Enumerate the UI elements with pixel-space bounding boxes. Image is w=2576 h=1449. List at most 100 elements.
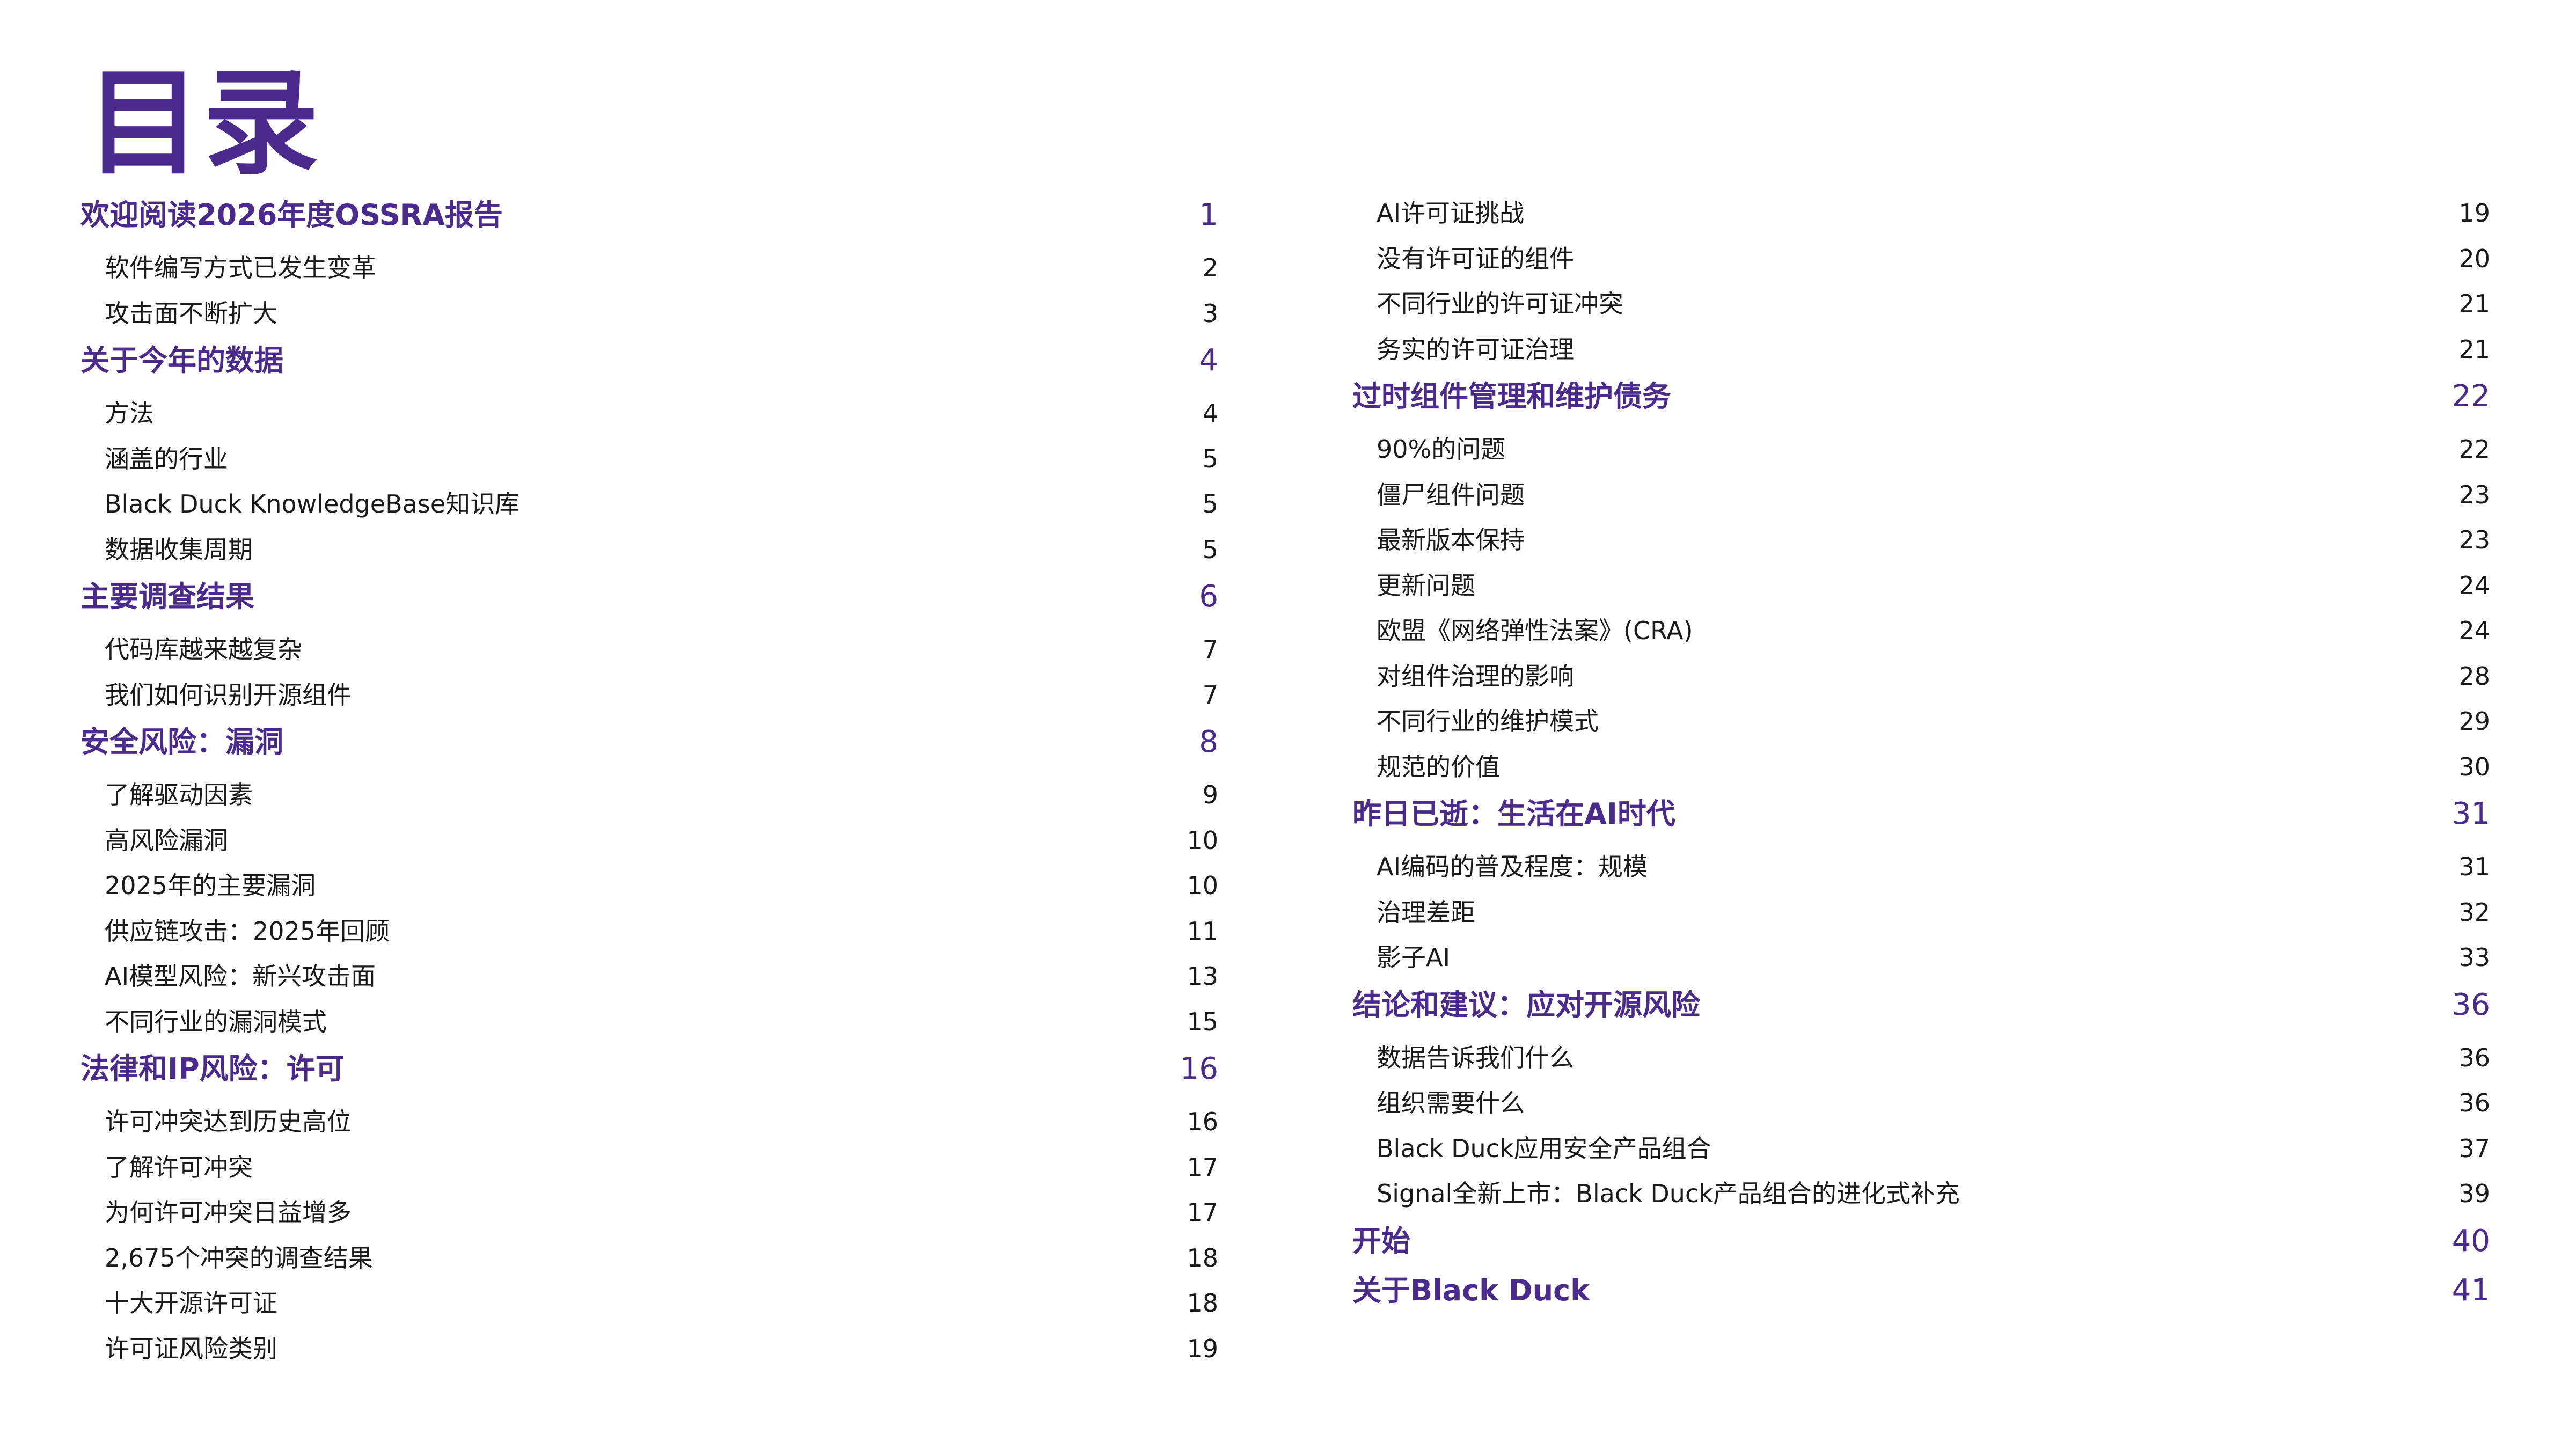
toc-section-entry[interactable]: 主要调查结果 6	[80, 572, 1218, 621]
toc-entry-page-number: 5	[1202, 489, 1218, 518]
toc-subsection-entry[interactable]: 了解许可冲突 17	[80, 1145, 1218, 1190]
toc-section-entry[interactable]: 结论和建议：应对开源风险 36	[1352, 980, 2490, 1030]
toc-entry-page-number: 15	[1187, 1007, 1218, 1036]
toc-entry-page-number: 18	[1187, 1289, 1218, 1318]
toc-subsection-entry[interactable]: 了解驱动因素 9	[80, 772, 1218, 818]
toc-entry-label: 过时组件管理和维护债务	[1352, 379, 1671, 413]
toc-subsection-entry[interactable]: 僵尸组件问题 23	[1352, 472, 2490, 518]
dot-leader	[1681, 795, 2447, 824]
toc-subsection-entry[interactable]: 欧盟《网络弹性法案》(CRA) 24	[1352, 608, 2490, 654]
toc-section-entry[interactable]: 关于今年的数据 4	[80, 336, 1218, 385]
toc-subsection-entry[interactable]: 我们如何识别开源组件 7	[80, 672, 1218, 718]
toc-subsection-entry[interactable]: 方法 4	[80, 391, 1218, 436]
toc-subsection-entry[interactable]: Signal全新上市：Black Duck产品组合的进化式补充 39	[1352, 1171, 2490, 1217]
dot-leader	[1511, 433, 2453, 458]
dot-leader	[289, 341, 1194, 370]
toc-entry-page-number: 23	[2458, 480, 2490, 509]
toc-entry-label: 对组件治理的影响	[1377, 661, 1574, 691]
toc-subsection-entry[interactable]: 最新版本保持 23	[1352, 517, 2490, 563]
toc-entry-label: 不同行业的漏洞模式	[105, 1007, 327, 1036]
toc-subsection-entry[interactable]: 2,675个冲突的调查结果 18	[80, 1235, 1218, 1281]
toc-entry-label: 数据收集周期	[105, 535, 253, 564]
toc-entry-page-number: 7	[1202, 680, 1218, 709]
toc-subsection-entry[interactable]: 不同行业的许可证冲突 21	[1352, 281, 2490, 327]
dot-leader	[395, 915, 1181, 940]
dot-leader	[1530, 524, 2453, 548]
dot-leader	[283, 297, 1197, 322]
toc-entry-page-number: 37	[2458, 1133, 2490, 1163]
toc-subsection-entry[interactable]: AI编码的普及程度：规模 31	[1352, 844, 2490, 890]
toc-subsection-entry[interactable]: 不同行业的漏洞模式 15	[80, 999, 1218, 1045]
toc-subsection-entry[interactable]: 涵盖的行业 5	[80, 436, 1218, 482]
toc-entry-label: 我们如何识别开源组件	[105, 680, 352, 709]
toc-subsection-entry[interactable]: Black Duck应用安全产品组合 37	[1352, 1126, 2490, 1172]
toc-entry-label: 更新问题	[1377, 570, 1475, 600]
toc-entry-label: AI编码的普及程度：规模	[1377, 852, 1648, 881]
toc-subsection-entry[interactable]: AI许可证挑战 19	[1352, 191, 2490, 236]
toc-entry-label: 组织需要什么	[1377, 1088, 1525, 1117]
toc-subsection-entry[interactable]: 软件编写方式已发生变革 2	[80, 245, 1218, 291]
toc-entry-label: 方法	[105, 399, 154, 428]
toc-subsection-entry[interactable]: 为何许可冲突日益增多 17	[80, 1190, 1218, 1235]
toc-subsection-entry[interactable]: Black Duck KnowledgeBase知识库 5	[80, 481, 1218, 527]
toc-subsection-entry[interactable]: 十大开源许可证 18	[80, 1280, 1218, 1326]
toc-section-entry[interactable]: 过时组件管理和维护债务 22	[1352, 372, 2490, 421]
toc-subsection-entry[interactable]: 组织需要什么 36	[1352, 1080, 2490, 1126]
toc-entry-page-number: 2	[1202, 253, 1218, 282]
dot-leader	[258, 1151, 1181, 1176]
toc-entry-label: 代码库越来越复杂	[105, 635, 302, 664]
toc-subsection-entry[interactable]: 更新问题 24	[1352, 563, 2490, 609]
toc-entry-label: AI模型风险：新兴攻击面	[105, 962, 376, 991]
toc-subsection-entry[interactable]: 没有许可证的组件 20	[1352, 236, 2490, 282]
toc-subsection-entry[interactable]: 不同行业的维护模式 29	[1352, 699, 2490, 744]
toc-subsection-entry[interactable]: AI模型风险：新兴攻击面 13	[80, 954, 1218, 999]
toc-entry-page-number: 19	[1187, 1334, 1218, 1363]
toc-subsection-entry[interactable]: 供应链攻击：2025年回顾 11	[80, 909, 1218, 954]
toc-entry-label: 2025年的主要漏洞	[105, 871, 316, 900]
dot-leader	[1505, 751, 2453, 775]
dot-leader	[1530, 479, 2453, 503]
toc-subsection-entry[interactable]: 攻击面不断扩大 3	[80, 291, 1218, 336]
toc-entry-page-number: 40	[2451, 1223, 2490, 1258]
toc-subsection-entry[interactable]: 治理差距 32	[1352, 890, 2490, 935]
toc-entry-page-number: 23	[2458, 525, 2490, 554]
toc-entry-page-number: 21	[2458, 334, 2490, 364]
toc-subsection-entry[interactable]: 数据告诉我们什么 36	[1352, 1035, 2490, 1081]
toc-subsection-entry[interactable]: 2025年的主要漏洞 10	[80, 863, 1218, 909]
toc-section-entry[interactable]: 昨日已逝：生活在AI时代 31	[1352, 789, 2490, 839]
dot-leader	[1717, 1132, 2454, 1157]
toc-subsection-entry[interactable]: 影子AI 33	[1352, 935, 2490, 980]
dot-leader	[1595, 1271, 2447, 1300]
toc-section-entry[interactable]: 关于Black Duck 41	[1352, 1266, 2490, 1315]
toc-subsection-entry[interactable]: 90%的问题 22	[1352, 427, 2490, 472]
toc-subsection-entry[interactable]: 许可冲突达到历史高位 16	[80, 1099, 1218, 1145]
toc-subsection-entry[interactable]: 规范的价值 30	[1352, 744, 2490, 790]
toc-entry-page-number: 17	[1187, 1198, 1218, 1227]
toc-entry-page-number: 41	[2451, 1272, 2490, 1308]
page-title: 目录	[86, 56, 321, 191]
toc-subsection-entry[interactable]: 高风险漏洞 10	[80, 818, 1218, 863]
toc-subsection-entry[interactable]: 许可证风险类别 19	[80, 1326, 1218, 1372]
toc-entry-label: 十大开源许可证	[105, 1289, 277, 1318]
toc-section-entry[interactable]: 法律和IP风险：许可 16	[80, 1044, 1218, 1094]
dot-leader	[1579, 660, 2453, 685]
toc-entry-label: 关于今年的数据	[80, 343, 283, 377]
toc-entry-label: 涵盖的行业	[105, 444, 228, 473]
toc-entry-page-number: 3	[1202, 298, 1218, 328]
toc-entry-label: Signal全新上市：Black Duck产品组合的进化式补充	[1377, 1179, 1960, 1208]
toc-subsection-entry[interactable]: 代码库越来越复杂 7	[80, 627, 1218, 672]
toc-subsection-entry[interactable]: 对组件治理的影响 28	[1352, 654, 2490, 699]
toc-right-column: AI许可证挑战 19 没有许可证的组件 20 不同行业的许可证冲突 21 务实的许可证治理 2…	[1352, 191, 2490, 1315]
toc-subsection-entry[interactable]: 数据收集周期 5	[80, 527, 1218, 573]
toc-entry-label: 结论和建议：应对开源风险	[1352, 987, 1700, 1022]
toc-subsection-entry[interactable]: 务实的许可证治理 21	[1352, 327, 2490, 372]
toc-section-entry[interactable]: 欢迎阅读2026年度OSSRA报告 1	[80, 191, 1218, 240]
toc-section-entry[interactable]: 安全风险：漏洞 8	[80, 718, 1218, 767]
toc-section-entry[interactable]: 开始 40	[1352, 1217, 2490, 1266]
toc-entry-label: 关于Black Duck	[1352, 1273, 1590, 1307]
